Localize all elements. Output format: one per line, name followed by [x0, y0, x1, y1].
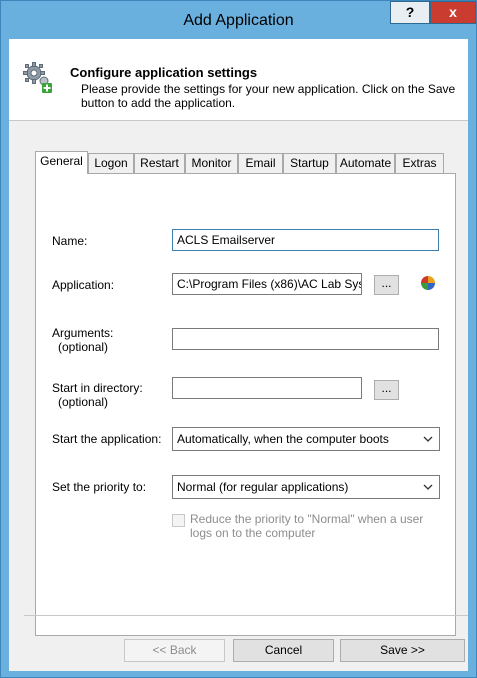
tab-email[interactable]: Email [238, 153, 283, 173]
header-banner: Configure application settings Please pr… [9, 39, 468, 121]
header-description: Please provide the settings for your new… [81, 82, 456, 110]
tab-monitor[interactable]: Monitor [185, 153, 238, 173]
start-application-label: Start the application: [52, 432, 162, 446]
color-wheel-icon[interactable] [421, 276, 435, 290]
reduce-priority-checkbox[interactable] [172, 514, 185, 527]
header-title: Configure application settings [70, 65, 258, 80]
name-input[interactable]: ACLS Emailserver [172, 229, 439, 251]
arguments-optional-hint: (optional) [58, 340, 109, 354]
dialog-client-area: Configure application settings Please pr… [9, 39, 468, 671]
chevron-down-icon [423, 484, 433, 490]
start-directory-browse-button[interactable]: ... [374, 380, 399, 400]
tab-restart[interactable]: Restart [134, 153, 185, 173]
priority-selected-value: Normal (for regular applications) [177, 480, 349, 494]
name-label: Name: [52, 234, 88, 248]
reduce-priority-label: Reduce the priority to "Normal" when a u… [190, 512, 424, 540]
application-browse-button[interactable]: ... [374, 275, 399, 295]
priority-label: Set the priority to: [52, 480, 147, 494]
start-directory-optional-hint: (optional) [58, 395, 109, 409]
tab-logon[interactable]: Logon [88, 153, 134, 173]
start-application-selected-value: Automatically, when the computer boots [177, 432, 389, 446]
tab-general[interactable]: General [35, 151, 88, 174]
tab-extras[interactable]: Extras [395, 153, 444, 173]
priority-select[interactable]: Normal (for regular applications) [172, 475, 440, 499]
tab-automate[interactable]: Automate [336, 153, 395, 173]
back-button[interactable]: << Back [124, 639, 225, 662]
start-directory-label-text: Start in directory: [52, 381, 143, 395]
application-path-input[interactable]: C:\Program Files (x86)\AC Lab Sys [172, 273, 362, 295]
cancel-button[interactable]: Cancel [233, 639, 334, 662]
application-label: Application: [52, 278, 115, 292]
arguments-label: Arguments: (optional) [52, 326, 113, 354]
save-button[interactable]: Save >> [340, 639, 465, 662]
start-application-select[interactable]: Automatically, when the computer boots [172, 427, 440, 451]
close-button[interactable]: x [430, 1, 476, 24]
dialog-window: Add Application ? x Configure applicatio… [0, 0, 477, 678]
arguments-input[interactable] [172, 328, 439, 350]
arguments-label-text: Arguments: [52, 326, 114, 340]
title-bar: Add Application ? x [1, 1, 476, 39]
help-button[interactable]: ? [390, 1, 430, 24]
footer-separator [24, 615, 468, 616]
start-directory-label: Start in directory: (optional) [52, 381, 143, 409]
start-directory-input[interactable] [172, 377, 362, 399]
tab-startup[interactable]: Startup [283, 153, 336, 173]
general-tab-panel: Name: ACLS Emailserver Application: C:\P… [35, 173, 456, 636]
gear-add-icon [23, 62, 52, 93]
chevron-down-icon [423, 436, 433, 442]
